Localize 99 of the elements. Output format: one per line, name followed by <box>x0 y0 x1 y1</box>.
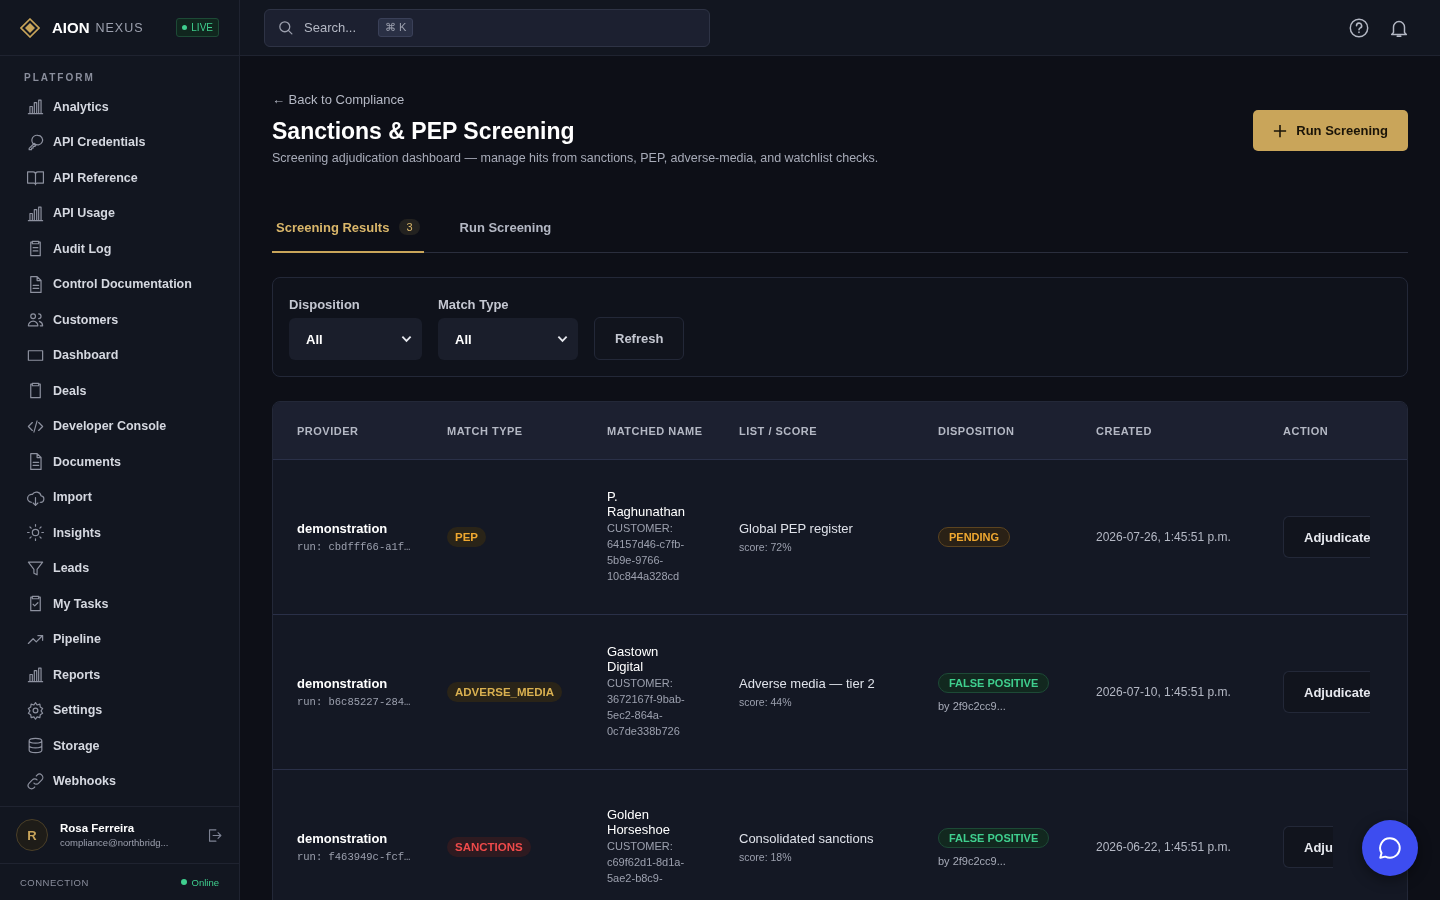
list-name: Consolidated sanctions <box>739 831 874 846</box>
provider-name: demonstration <box>297 831 388 846</box>
settings-icon <box>26 700 45 720</box>
nav-item[interactable]: Reports <box>0 657 239 693</box>
created-date: 2026-07-10, 1:45:51 p.m. <box>1096 685 1231 699</box>
adjudicate-button[interactable]: Adjudicate <box>1283 671 1371 713</box>
logout-icon[interactable] <box>206 826 223 844</box>
search-field[interactable]: Search... ⌘ K <box>264 8 710 47</box>
customer-id: CUSTOMER: 64157d46-c7fb-5b9e-9766-10c844a328cd <box>607 521 686 584</box>
nav-item[interactable]: Leads <box>0 550 239 586</box>
run-id: run: cbdfff66-a1f… <box>297 541 411 553</box>
nav-item[interactable]: Audit Log <box>0 231 239 267</box>
column-header: LIST / SCORE <box>739 423 819 439</box>
run-screening-button[interactable]: Run Screening <box>1253 110 1408 151</box>
nav-item[interactable]: Documents <box>0 444 239 480</box>
customer-id: CUSTOMER: 3672167f-9bab-5ec2-864a-0c7de338b726 <box>607 676 686 739</box>
nav-item[interactable]: Settings <box>0 692 239 728</box>
nav-item[interactable]: API Reference <box>0 160 239 196</box>
page-subtitle: Screening adjudication dashboard — manage hits from sanctions, PEP, adverse-media, and watchlist checks. <box>272 151 879 165</box>
column-header: CREATED <box>1096 423 1153 439</box>
adjudicate-button[interactable]: Adju <box>1283 826 1333 868</box>
key-icon <box>26 132 45 152</box>
database-icon <box>26 736 45 756</box>
column-header: MATCHED NAME <box>607 423 704 439</box>
list-name: Adverse media — tier 2 <box>739 676 875 691</box>
nav-item[interactable]: Analytics <box>0 89 239 125</box>
count-badge: 3 <box>399 219 420 235</box>
match-type-badge: ADVERSE_MEDIA <box>447 682 563 702</box>
search-input[interactable]: Search... <box>302 19 370 36</box>
created-date: 2026-06-22, 1:45:51 p.m. <box>1096 840 1231 854</box>
brand-name: AION <box>52 19 90 36</box>
nav-item[interactable]: Storage <box>0 728 239 764</box>
matched-name: Gastown Digital <box>607 644 660 675</box>
bar-chart-icon <box>26 97 45 117</box>
help-icon[interactable] <box>1348 16 1370 39</box>
column-header: PROVIDER <box>296 423 360 439</box>
nav-item[interactable]: Insights <box>0 515 239 551</box>
match-score: score: 44% <box>739 696 792 708</box>
column-header: MATCH TYPE <box>447 423 524 439</box>
nav-item[interactable]: Deals <box>0 373 239 409</box>
sun-icon <box>26 523 45 543</box>
diamond-logo-icon <box>20 17 40 38</box>
nav-item[interactable]: My Tasks <box>0 586 239 622</box>
connection-label: CONNECTION <box>20 876 89 888</box>
adjudicate-button[interactable]: Adjudicate <box>1283 516 1371 558</box>
run-id: run: b6c85227-284… <box>297 696 411 708</box>
created-date: 2026-07-26, 1:45:51 p.m. <box>1096 530 1231 544</box>
chat-bubble-icon <box>1377 835 1403 861</box>
disposition-badge: FALSE POSITIVE <box>938 672 1050 693</box>
section-heading: PLATFORM <box>23 72 96 85</box>
live-badge: LIVE <box>176 18 219 37</box>
matched-name: P. Raghunathan <box>607 489 687 520</box>
column-header: DISPOSITION <box>938 423 1016 439</box>
adjudicator-id: by 2f9c2cc9... <box>938 699 1006 712</box>
search-icon <box>277 19 294 36</box>
nav-item[interactable]: Pipeline <box>0 621 239 657</box>
filter-label: Match Type <box>438 297 510 312</box>
back-link[interactable]: ← Back to Compliance <box>272 92 405 107</box>
user-avatar: R <box>16 819 48 851</box>
match-type-badge: SANCTIONS <box>447 837 531 857</box>
disposition-badge: FALSE POSITIVE <box>938 827 1050 848</box>
plus-icon <box>1273 123 1288 138</box>
filter-dropdown[interactable]: All <box>438 318 578 360</box>
nav-item[interactable]: Import <box>0 479 239 515</box>
disposition-badge: PENDING <box>938 527 1011 547</box>
provider-name: demonstration <box>297 676 388 691</box>
filter-label: Disposition <box>289 297 361 312</box>
user-name: Rosa Ferreira <box>60 822 136 834</box>
page-title: Sanctions & PEP Screening <box>272 118 576 145</box>
tab[interactable]: Run Screening <box>455 203 556 253</box>
filter-dropdown[interactable]: All <box>289 318 422 360</box>
refresh-button[interactable]: Refresh <box>594 317 685 360</box>
nav-item[interactable]: API Usage <box>0 195 239 231</box>
nav-item[interactable]: Customers <box>0 302 239 338</box>
nav-item[interactable]: API Credentials <box>0 124 239 160</box>
match-score: score: 18% <box>739 851 792 863</box>
shortcut-hint: ⌘ K <box>378 18 414 37</box>
brand-suffix: NEXUS <box>95 20 144 35</box>
chevron-down-icon <box>401 335 412 343</box>
nav-item[interactable]: Developer Console <box>0 408 239 444</box>
column-header: ACTION <box>1283 423 1330 439</box>
match-type-badge: PEP <box>447 527 486 547</box>
match-score: score: 72% <box>739 541 792 553</box>
tab[interactable]: Screening Results 3 <box>272 203 424 253</box>
book-icon <box>26 168 45 188</box>
run-id: run: f463949c-fcf… <box>297 851 411 863</box>
matched-name: Golden Horseshoe <box>607 807 671 838</box>
nav-item[interactable]: Control Documentation <box>0 266 239 302</box>
list-name: Global PEP register <box>739 521 853 536</box>
customer-id: CUSTOMER: c69f62d1-8d1a-5ae2-b8c9- <box>607 839 686 886</box>
link-icon <box>26 771 45 791</box>
adjudicator-id: by 2f9c2cc9... <box>938 854 1006 867</box>
bar-chart-icon <box>26 665 45 685</box>
chevron-down-icon <box>557 335 568 343</box>
user-email: compliance@northbridg... <box>60 837 170 848</box>
nav-item[interactable]: Dashboard <box>0 337 239 373</box>
provider-name: demonstration <box>297 521 388 536</box>
connection-status: Online <box>180 876 219 888</box>
nav-item[interactable]: Webhooks <box>0 763 239 799</box>
